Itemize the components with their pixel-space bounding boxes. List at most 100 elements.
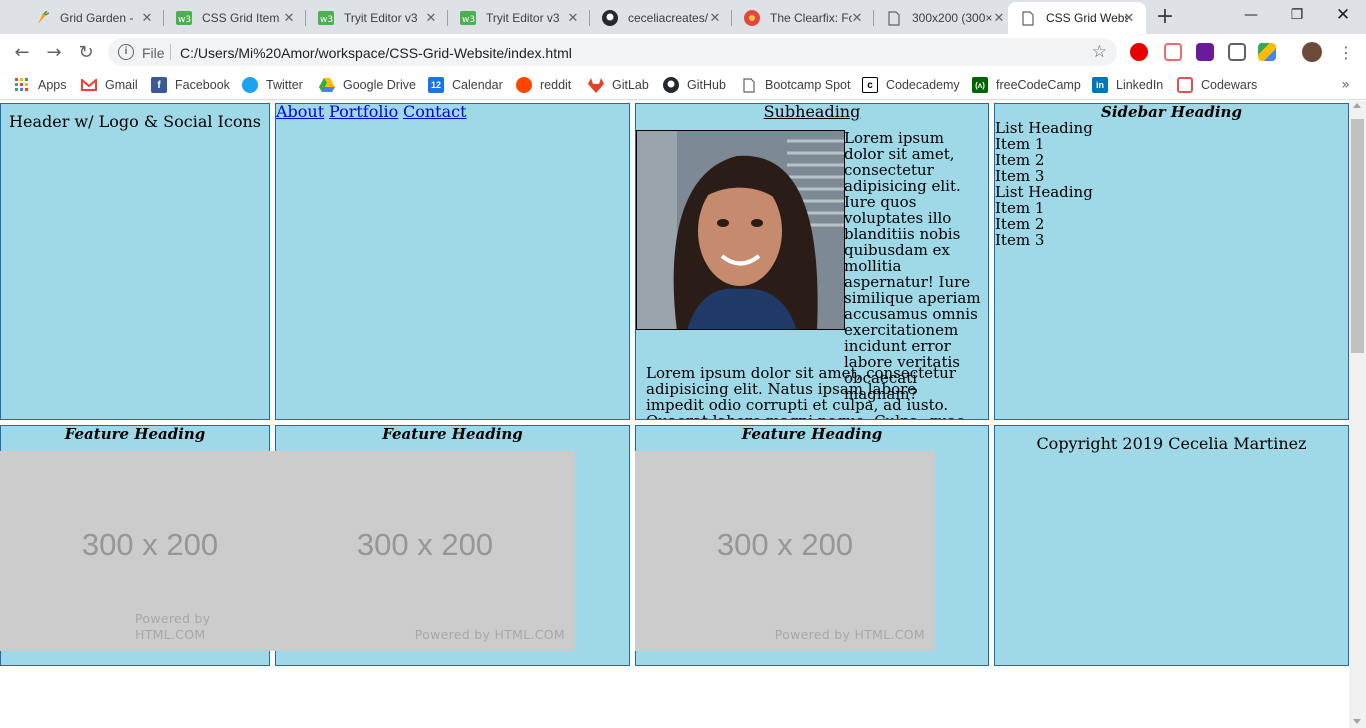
placeholder-text: 300 x 200	[356, 527, 494, 562]
bookmark-label: GitLab	[612, 78, 649, 92]
menu-kebab-icon[interactable]: ⋮	[1334, 40, 1358, 64]
bookmark-reddit[interactable]: reddit	[516, 76, 571, 94]
page-icon	[886, 10, 902, 26]
colorzilla-extension-icon[interactable]	[1196, 43, 1214, 61]
placeholder-image: 300 x 200 Powered by HTML.COM	[275, 451, 575, 651]
bookmark-label: reddit	[540, 78, 572, 92]
scrollbar-thumb[interactable]	[1351, 119, 1364, 353]
close-icon[interactable]: ✕	[424, 11, 438, 25]
sidebar-cell: Sidebar Heading List Heading Item 1 Item…	[994, 103, 1349, 420]
main-paragraph-2: Lorem ipsum dolor sit amet, consectetur …	[646, 364, 965, 419]
nav-link-portfolio[interactable]: Portfolio	[329, 102, 398, 121]
w3schools-icon: w3	[176, 10, 192, 26]
tab-css-grid-website[interactable]: CSS Grid Webs ✕	[1008, 2, 1146, 34]
list-item: Item 2	[995, 215, 1045, 233]
bookmark-label: Calendar	[452, 78, 503, 92]
tab-title: CSS Grid Item	[202, 11, 280, 25]
cast-extension-icon[interactable]	[1164, 43, 1182, 61]
scroll-down-arrow-icon[interactable]	[1353, 719, 1361, 724]
bookmarks-overflow-icon[interactable]: »	[1341, 77, 1350, 93]
bookmark-google-drive[interactable]: Google Drive	[319, 76, 416, 94]
close-icon[interactable]: ✕	[850, 11, 864, 25]
close-icon[interactable]: ✕	[282, 11, 296, 25]
opera-extension-icon[interactable]	[1130, 43, 1148, 61]
bookmark-label: Facebook	[175, 78, 230, 92]
minimize-button[interactable]: —	[1228, 0, 1274, 30]
profile-photo	[636, 130, 845, 330]
bookmark-apps[interactable]: Apps	[14, 76, 67, 94]
tab-title: Tryit Editor v3	[344, 11, 418, 25]
carrot-icon	[34, 10, 50, 26]
bookmark-freecodecamp[interactable]: (ʌ) freeCodeCamp	[972, 76, 1081, 94]
nav-link-contact[interactable]: Contact	[403, 102, 467, 121]
google-drive-extension-icon[interactable]	[1258, 43, 1276, 61]
bookmark-label: Apps	[38, 78, 67, 92]
reload-button[interactable]: ↻	[74, 40, 98, 64]
page-icon	[1020, 10, 1036, 26]
header-cell: Header w/ Logo & Social Icons	[0, 103, 270, 420]
twitter-icon	[242, 77, 258, 93]
pocket-extension-icon[interactable]	[1228, 43, 1246, 61]
close-icon[interactable]: ✕	[566, 11, 580, 25]
profile-avatar[interactable]	[1302, 42, 1322, 62]
close-icon[interactable]: ✕	[1122, 11, 1136, 25]
address-bar[interactable]: i File C:/Users/Mi%20Amor/workspace/CSS-…	[108, 38, 1117, 66]
file-label: File	[142, 45, 165, 61]
bookmark-star-icon[interactable]: ☆	[1092, 42, 1107, 62]
bookmark-codewars[interactable]: Codewars	[1177, 76, 1257, 94]
tab-clearfix[interactable]: The Clearfix: Fo ✕	[732, 2, 874, 34]
tab-title: Tryit Editor v3	[486, 11, 560, 25]
bookmark-label: Twitter	[266, 78, 303, 92]
bookmark-gitlab[interactable]: GitLab	[588, 76, 649, 94]
svg-text:w3: w3	[320, 15, 333, 25]
codecademy-icon: c	[862, 77, 878, 93]
bookmark-label: Codewars	[1201, 78, 1258, 92]
restore-button[interactable]: ❐	[1274, 0, 1320, 30]
tab-tryit-editor-2[interactable]: w3 Tryit Editor v3 ✕	[448, 2, 590, 34]
tab-css-grid-item[interactable]: w3 CSS Grid Item ✕	[164, 2, 306, 34]
feature-heading: Feature Heading	[382, 425, 523, 443]
feature-heading: Feature Heading	[741, 425, 883, 443]
bookmark-gmail[interactable]: Gmail	[81, 76, 138, 94]
placeholder-credit: Powered by HTML.COM	[135, 611, 211, 642]
calendar-icon: 12	[428, 77, 444, 93]
placeholder-credit: Powered by HTML.COM	[774, 627, 925, 642]
bookmark-twitter[interactable]: Twitter	[242, 76, 303, 94]
back-button[interactable]: ←	[10, 40, 34, 64]
list-item: Item 2	[995, 151, 1045, 169]
main-subheading: Subheading	[763, 103, 861, 121]
main-cell: Subheading Lorem ipsum dolor sit amet, c…	[635, 103, 989, 420]
feature-cell-1: Feature Heading 300 x 200 Powered by HTM…	[0, 425, 276, 666]
new-tab-button[interactable]: +	[1153, 6, 1177, 30]
bookmark-label: Codecademy	[886, 78, 960, 92]
tab-300x200[interactable]: 300x200 (300× ✕	[874, 2, 1016, 34]
close-icon[interactable]: ✕	[708, 11, 722, 25]
list-item: Item 3	[995, 231, 1045, 249]
tab-tryit-editor-1[interactable]: w3 Tryit Editor v3 ✕	[306, 2, 448, 34]
page-scrollbar[interactable]	[1349, 101, 1366, 728]
list-item: Item 1	[995, 199, 1045, 217]
url-text[interactable]: C:/Users/Mi%20Amor/workspace/CSS-Grid-We…	[180, 45, 572, 61]
bookmark-bootcamp-spot[interactable]: Bootcamp Spot	[741, 76, 850, 94]
tab-grid-garden[interactable]: Grid Garden - ✕	[22, 2, 164, 34]
close-window-button[interactable]: ✕	[1320, 0, 1366, 30]
tab-github-repo[interactable]: ceceliacreates/ ✕	[590, 2, 732, 34]
github-icon	[663, 77, 679, 93]
close-icon[interactable]: ✕	[992, 11, 1006, 25]
bookmark-facebook[interactable]: f Facebook	[151, 76, 230, 94]
header-text: Header w/ Logo & Social Icons	[9, 112, 261, 131]
bookmark-linkedin[interactable]: in LinkedIn	[1092, 76, 1163, 94]
forward-button[interactable]: →	[42, 40, 66, 64]
bookmark-label: Bootcamp Spot	[765, 78, 851, 92]
scroll-up-arrow-icon[interactable]	[1353, 103, 1361, 108]
nav-link-about[interactable]: About	[276, 102, 324, 121]
info-icon[interactable]: i	[118, 44, 134, 60]
bookmark-github[interactable]: GitHub	[663, 76, 726, 94]
placeholder-credit: Powered by HTML.COM	[414, 627, 565, 642]
bookmark-codecademy[interactable]: c Codecademy	[862, 76, 960, 94]
bookmark-calendar[interactable]: 12 Calendar	[428, 76, 503, 94]
close-icon[interactable]: ✕	[140, 11, 154, 25]
feature-heading: Feature Heading	[64, 425, 206, 443]
footer-cell: Copyright 2019 Cecelia Martinez	[994, 425, 1349, 666]
gmail-icon	[81, 77, 97, 93]
